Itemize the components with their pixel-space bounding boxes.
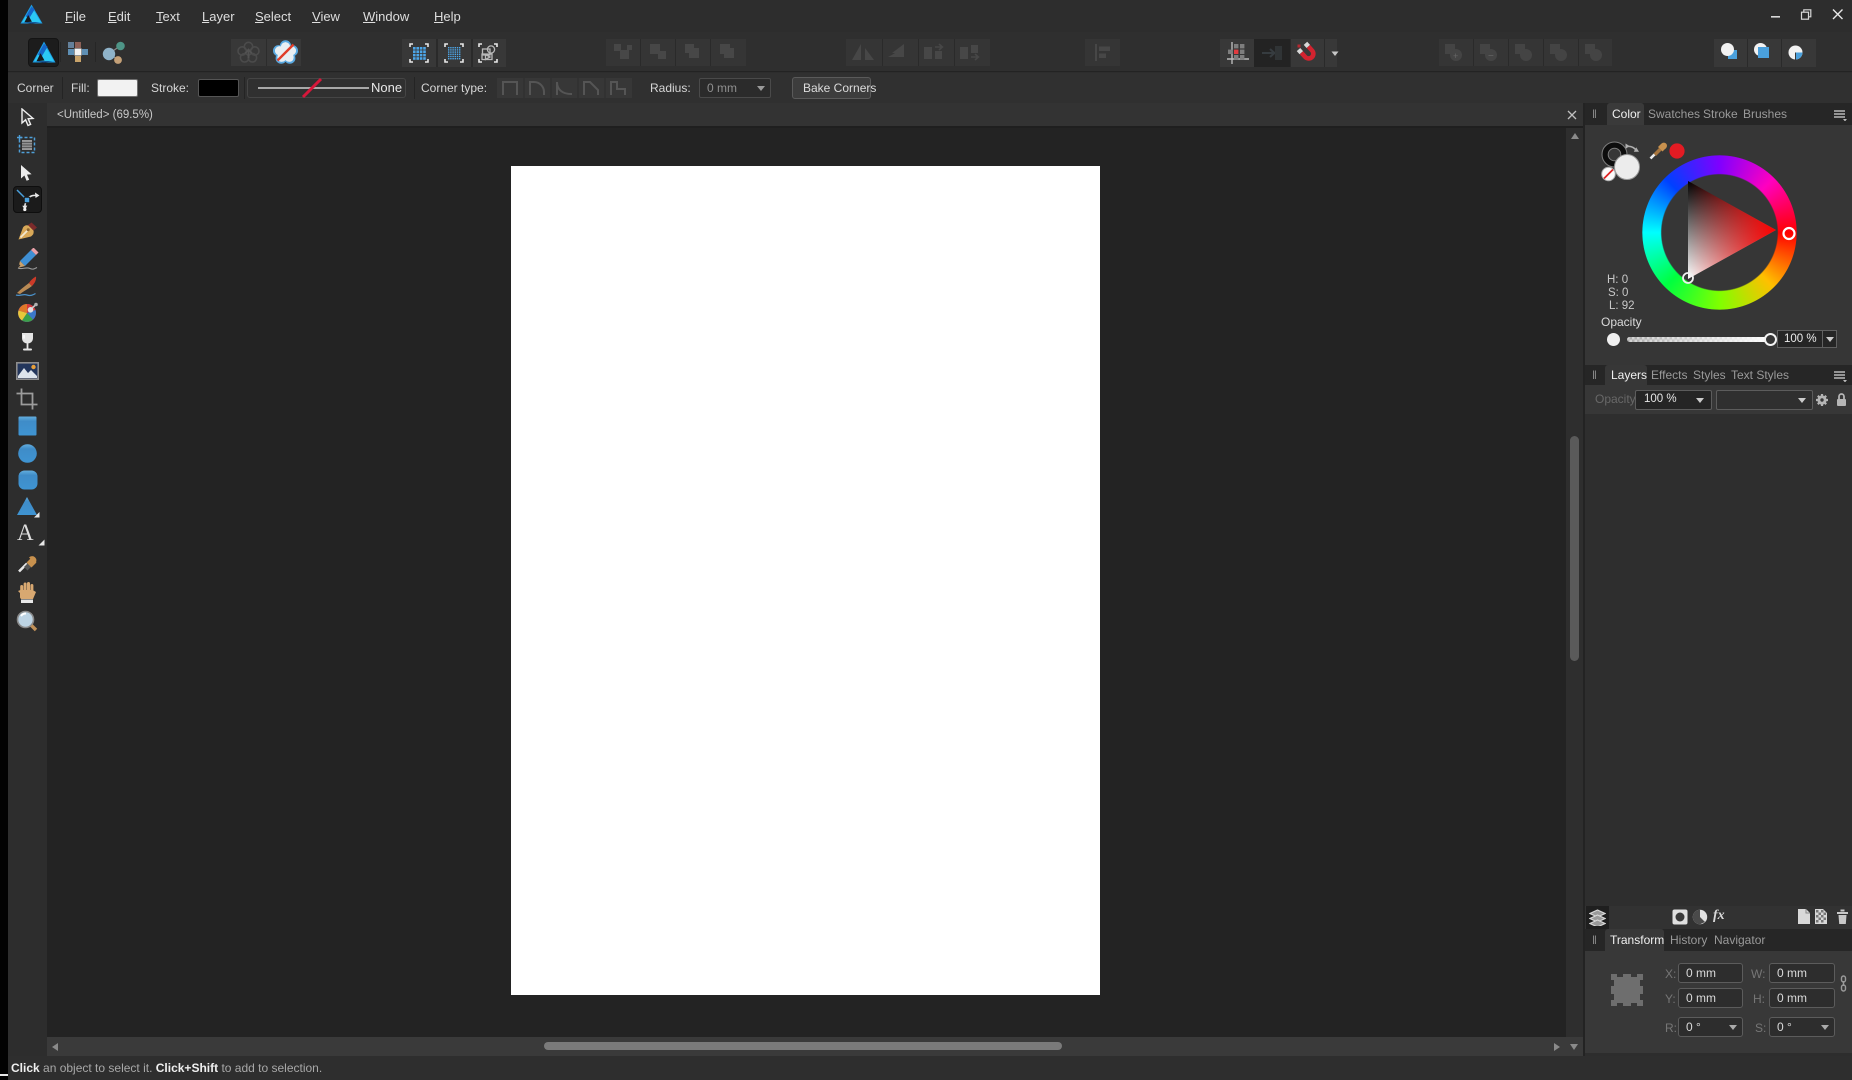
svg-text:+: + — [1453, 51, 1458, 61]
svg-text:−: − — [1488, 51, 1494, 62]
